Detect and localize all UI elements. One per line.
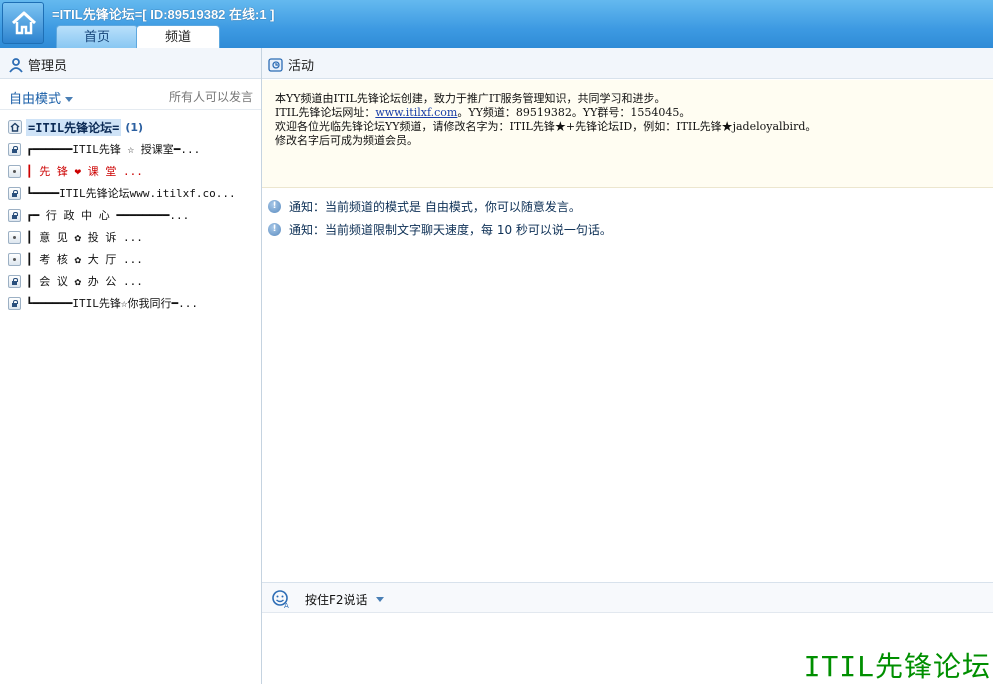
title-bar: =ITIL先锋论坛=[ ID:89519382 在线:1 ] 首页 频道 [0, 0, 993, 48]
tree-item[interactable]: ┗━━━━━━ITIL先锋☆你我同行━... [8, 294, 258, 312]
tree-item-label: ┗━━━━━━ITIL先锋☆你我同行━... [26, 297, 198, 310]
announcement-line: 修改名字后可成为频道会员。 [275, 134, 418, 147]
window-title: =ITIL先锋论坛=[ ID:89519382 在线:1 ] [52, 7, 275, 22]
root-online-count: (1) [125, 120, 144, 134]
info-icon: ! [268, 199, 281, 213]
dot-icon [8, 230, 21, 244]
watermark-text: ITIL先锋论坛 [803, 650, 991, 683]
home-button[interactable] [2, 2, 44, 44]
announcement-line: ITIL先锋论坛网址：www.itilxf.com。YY频道：89519382。… [275, 106, 993, 120]
lock-icon [8, 274, 21, 288]
svg-text:A: A [284, 602, 289, 609]
notice-text: 通知：当前频道的模式是 自由模式，你可以随意发言。 [289, 199, 581, 214]
lock-icon [8, 208, 21, 222]
notice-message: ! 通知：当前频道的模式是 自由模式，你可以随意发言。 [268, 198, 581, 214]
forum-link[interactable]: www.itilxf.com [375, 106, 457, 119]
tree-item-label: ┃ 考 核 ✿ 大 厅 ... [26, 253, 143, 266]
tree-item[interactable]: ┃ 意 见 ✿ 投 诉 ... [8, 228, 258, 246]
tree-item-label: ┃ 意 见 ✿ 投 诉 ... [26, 231, 143, 244]
tree-item[interactable]: ┏━ 行 政 中 心 ━━━━━━━━... [8, 206, 258, 224]
lock-icon [8, 142, 21, 156]
channel-tree-panel: 自由模式 所有人可以发言 =ITIL先锋论坛= (1) ┏━━━━━━ITIL先… [0, 80, 261, 684]
tree-item-label: ┏━━━━━━ITIL先锋 ☆ 授课室━... [26, 143, 201, 156]
mode-bar: 自由模式 所有人可以发言 [0, 80, 261, 110]
tree-item[interactable]: ┃ 先 锋 ❤ 课 堂 ... [8, 162, 258, 180]
permission-label: 所有人可以发言 [168, 90, 253, 104]
tree-item[interactable]: ┃ 考 核 ✿ 大 厅 ... [8, 250, 258, 268]
announcement-line: 欢迎各位光临先锋论坛YY频道，请修改名字为：ITIL先锋★+先锋论坛ID，例如：… [275, 120, 817, 133]
activity-button[interactable]: 活动 [268, 55, 314, 74]
push-to-talk-button[interactable]: 按住F2说话 [305, 591, 384, 608]
notice-text: 通知：当前频道限制文字聊天速度，每 10 秒可以说一句话。 [289, 222, 612, 237]
announcement-line: 本YY频道由ITIL先锋论坛创建，致力于推广IT服务管理知识，共同学习和进步。 [275, 92, 666, 105]
tree-item[interactable]: ┗━━━━ITIL先锋论坛www.itilxf.co... [8, 184, 258, 202]
tree-item-label: ┃ 会 议 ✿ 办 公 ... [26, 275, 143, 288]
mode-label: 自由模式 [9, 92, 62, 107]
admin-button[interactable]: 管理员 [8, 55, 67, 74]
tree-item[interactable]: ┃ 会 议 ✿ 办 公 ... [8, 272, 258, 290]
tree-root[interactable]: =ITIL先锋论坛= (1) [8, 118, 143, 136]
lock-icon [8, 186, 21, 200]
announcement-text: 。YY频道：89519382。YY群号：1554045。 [457, 106, 691, 119]
chevron-down-icon [65, 97, 74, 102]
home-icon [11, 11, 37, 35]
activity-icon [268, 57, 283, 72]
activity-label: 活动 [288, 59, 315, 74]
lock-icon [8, 296, 21, 310]
channel-announcement: 本YY频道由ITIL先锋论坛创建，致力于推广IT服务管理知识，共同学习和进步。 … [262, 80, 993, 188]
emoji-icon[interactable]: A [271, 589, 291, 609]
message-input[interactable]: ITIL先锋论坛 [262, 613, 993, 684]
notice-message: ! 通知：当前频道限制文字聊天速度，每 10 秒可以说一句话。 [268, 221, 612, 237]
tree-item-label: ┏━ 行 政 中 心 ━━━━━━━━... [26, 209, 190, 222]
chat-messages[interactable]: ! 通知：当前频道的模式是 自由模式，你可以随意发言。 ! 通知：当前频道限制文… [262, 189, 993, 582]
sub-header: 管理员 活动 [0, 48, 993, 79]
dot-icon [8, 164, 21, 178]
push-to-talk-label: 按住F2说话 [305, 593, 368, 607]
tab-channel[interactable]: 频道 [136, 25, 220, 48]
root-channel-name: =ITIL先锋论坛= [26, 118, 122, 136]
admin-label: 管理员 [28, 59, 68, 74]
tree-item[interactable]: ┏━━━━━━ITIL先锋 ☆ 授课室━... [8, 140, 258, 158]
home-icon [8, 120, 22, 134]
chevron-down-icon [375, 597, 384, 602]
announcement-text: ITIL先锋论坛网址： [275, 106, 376, 119]
info-icon: ! [268, 222, 281, 236]
tab-home[interactable]: 首页 [56, 25, 138, 48]
tree-item-label: ┃ 先 锋 ❤ 课 堂 ... [26, 165, 143, 178]
user-icon [9, 57, 23, 73]
dot-icon [8, 252, 21, 266]
mode-dropdown[interactable]: 自由模式 [9, 88, 74, 107]
tree-item-label: ┗━━━━ITIL先锋论坛www.itilxf.co... [26, 187, 236, 200]
input-toolbar: A 按住F2说话 [262, 582, 993, 613]
